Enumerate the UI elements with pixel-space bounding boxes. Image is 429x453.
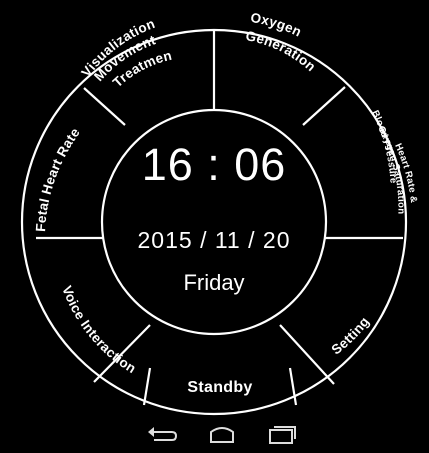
standby-label: Standby bbox=[187, 379, 252, 396]
svg-text:Generation: Generation bbox=[244, 28, 318, 74]
back-arrow-icon[interactable] bbox=[144, 422, 180, 446]
svg-text:Setting: Setting bbox=[329, 314, 373, 357]
menu-oxygen-generation[interactable]: Oxygen Generation bbox=[244, 10, 318, 74]
clock-time: 16 : 06 bbox=[142, 139, 287, 190]
clock-display: 16 : 06 2015 / 11 / 20 Friday bbox=[138, 139, 291, 295]
menu-voice-interaction[interactable]: Voice Interaction bbox=[59, 284, 139, 377]
clock-date: 2015 / 11 / 20 bbox=[138, 227, 291, 253]
system-navigation-bar bbox=[0, 420, 429, 448]
menu-label-setting: Setting bbox=[329, 314, 372, 357]
menu-label-voice-interaction: Voice Interaction bbox=[59, 284, 138, 377]
svg-text:Voice Interaction: Voice Interaction bbox=[59, 284, 139, 377]
home-icon[interactable] bbox=[204, 422, 240, 446]
recent-apps-icon[interactable] bbox=[264, 422, 300, 446]
menu-setting[interactable]: Setting bbox=[329, 314, 373, 357]
clock-day: Friday bbox=[183, 270, 244, 295]
menu-label-generation: Generation bbox=[244, 28, 318, 74]
menu-vitals[interactable]: Heart Rate & Oxygen Saturation Blood Pre… bbox=[369, 109, 419, 215]
standby-button[interactable]: Standby bbox=[187, 379, 252, 396]
menu-visualization-movement-treatment[interactable]: Visualization Movement Treatment bbox=[0, 0, 173, 90]
watch-face-screen: Visualization Movement Treatment Oxygen … bbox=[0, 0, 429, 448]
